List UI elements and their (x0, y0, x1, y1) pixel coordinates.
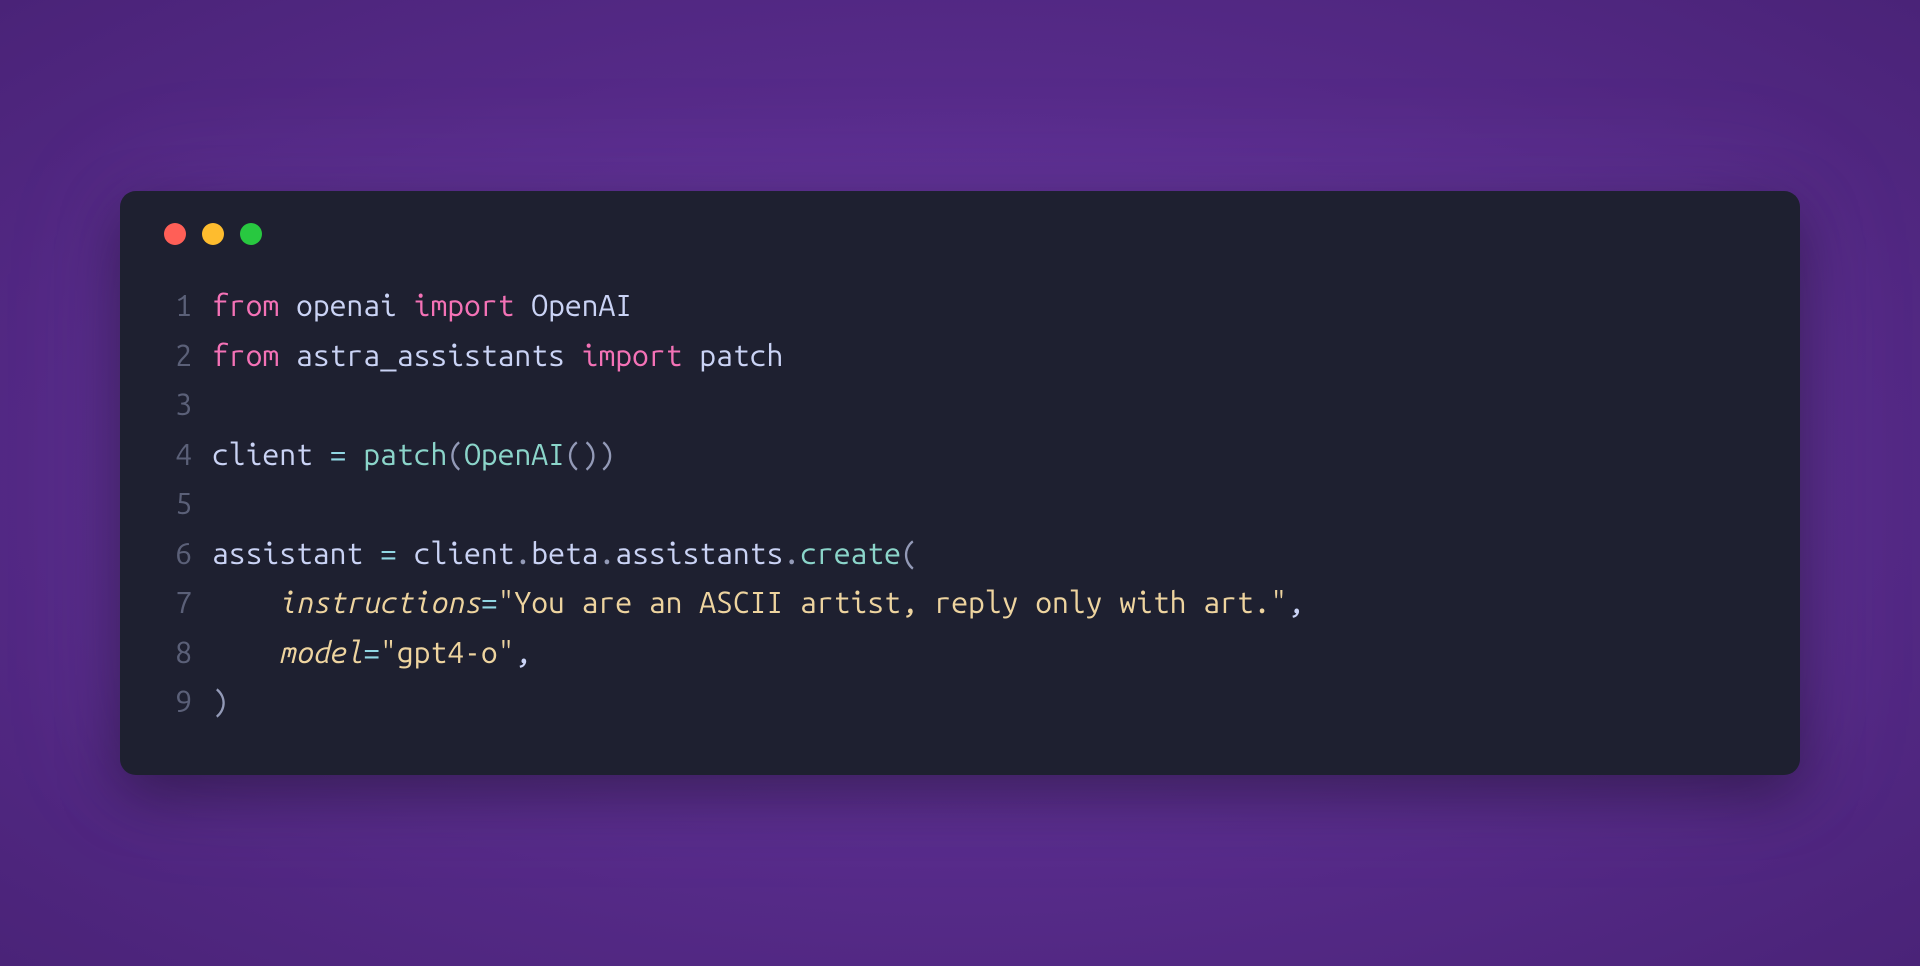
code-content: 1 from openai import OpenAI 2 from astra… (160, 281, 1760, 727)
line-number: 6 (160, 529, 192, 579)
paren-close: ) (582, 437, 599, 471)
keyword-from: from (212, 288, 279, 322)
operator-equals: = (481, 585, 498, 619)
dot: . (598, 536, 615, 570)
import-name: OpenAI (531, 288, 632, 322)
paren-close: ) (599, 437, 616, 471)
keyword-import: import (582, 338, 683, 372)
paren-open: ( (565, 437, 582, 471)
line-number: 7 (160, 578, 192, 628)
code-line-3: 3 (160, 380, 1760, 430)
window-controls (160, 223, 1760, 245)
code-line-9: 9 ) (160, 677, 1760, 727)
variable: client (212, 437, 313, 471)
code-line-7: 7 instructions="You are an ASCII artist,… (160, 578, 1760, 628)
line-content: assistant = client.beta.assistants.creat… (212, 529, 918, 579)
module-name: astra_assistants (296, 338, 565, 372)
code-line-2: 2 from astra_assistants import patch (160, 331, 1760, 381)
line-number: 2 (160, 331, 192, 381)
line-content: model="gpt4-o", (212, 628, 531, 678)
code-line-8: 8 model="gpt4-o", (160, 628, 1760, 678)
attribute: assistants (615, 536, 783, 570)
line-content: from openai import OpenAI (212, 281, 632, 331)
code-line-1: 1 from openai import OpenAI (160, 281, 1760, 331)
line-content: ) (212, 677, 229, 727)
parameter-name: instructions (279, 585, 481, 619)
line-number: 9 (160, 677, 192, 727)
operator-equals: = (330, 437, 347, 471)
line-number: 1 (160, 281, 192, 331)
import-name: patch (699, 338, 783, 372)
variable: assistant (212, 536, 363, 570)
indent (212, 635, 279, 669)
class-name: OpenAI (464, 437, 565, 471)
string-literal: "gpt4-o" (380, 635, 514, 669)
operator-equals: = (363, 635, 380, 669)
object: client (414, 536, 515, 570)
line-number: 8 (160, 628, 192, 678)
code-line-6: 6 assistant = client.beta.assistants.cre… (160, 529, 1760, 579)
attribute: beta (531, 536, 598, 570)
keyword-import: import (414, 288, 515, 322)
comma: , (514, 635, 531, 669)
maximize-icon[interactable] (240, 223, 262, 245)
operator-equals: = (380, 536, 397, 570)
paren-open: ( (447, 437, 464, 471)
minimize-icon[interactable] (202, 223, 224, 245)
line-content: from astra_assistants import patch (212, 331, 783, 381)
comma: , (1287, 585, 1304, 619)
line-content: client = patch(OpenAI()) (212, 430, 615, 480)
line-number: 5 (160, 479, 192, 529)
keyword-from: from (212, 338, 279, 372)
paren-open: ( (901, 536, 918, 570)
method-call: create (800, 536, 901, 570)
close-icon[interactable] (164, 223, 186, 245)
paren-close: ) (212, 684, 229, 718)
parameter-name: model (279, 635, 363, 669)
line-content: instructions="You are an ASCII artist, r… (212, 578, 1304, 628)
function-call: patch (363, 437, 447, 471)
line-number: 4 (160, 430, 192, 480)
module-name: openai (296, 288, 397, 322)
dot: . (514, 536, 531, 570)
string-literal: "You are an ASCII artist, reply only wit… (498, 585, 1288, 619)
line-number: 3 (160, 380, 192, 430)
dot: . (783, 536, 800, 570)
code-window: 1 from openai import OpenAI 2 from astra… (120, 191, 1800, 775)
code-line-5: 5 (160, 479, 1760, 529)
code-line-4: 4 client = patch(OpenAI()) (160, 430, 1760, 480)
indent (212, 585, 279, 619)
